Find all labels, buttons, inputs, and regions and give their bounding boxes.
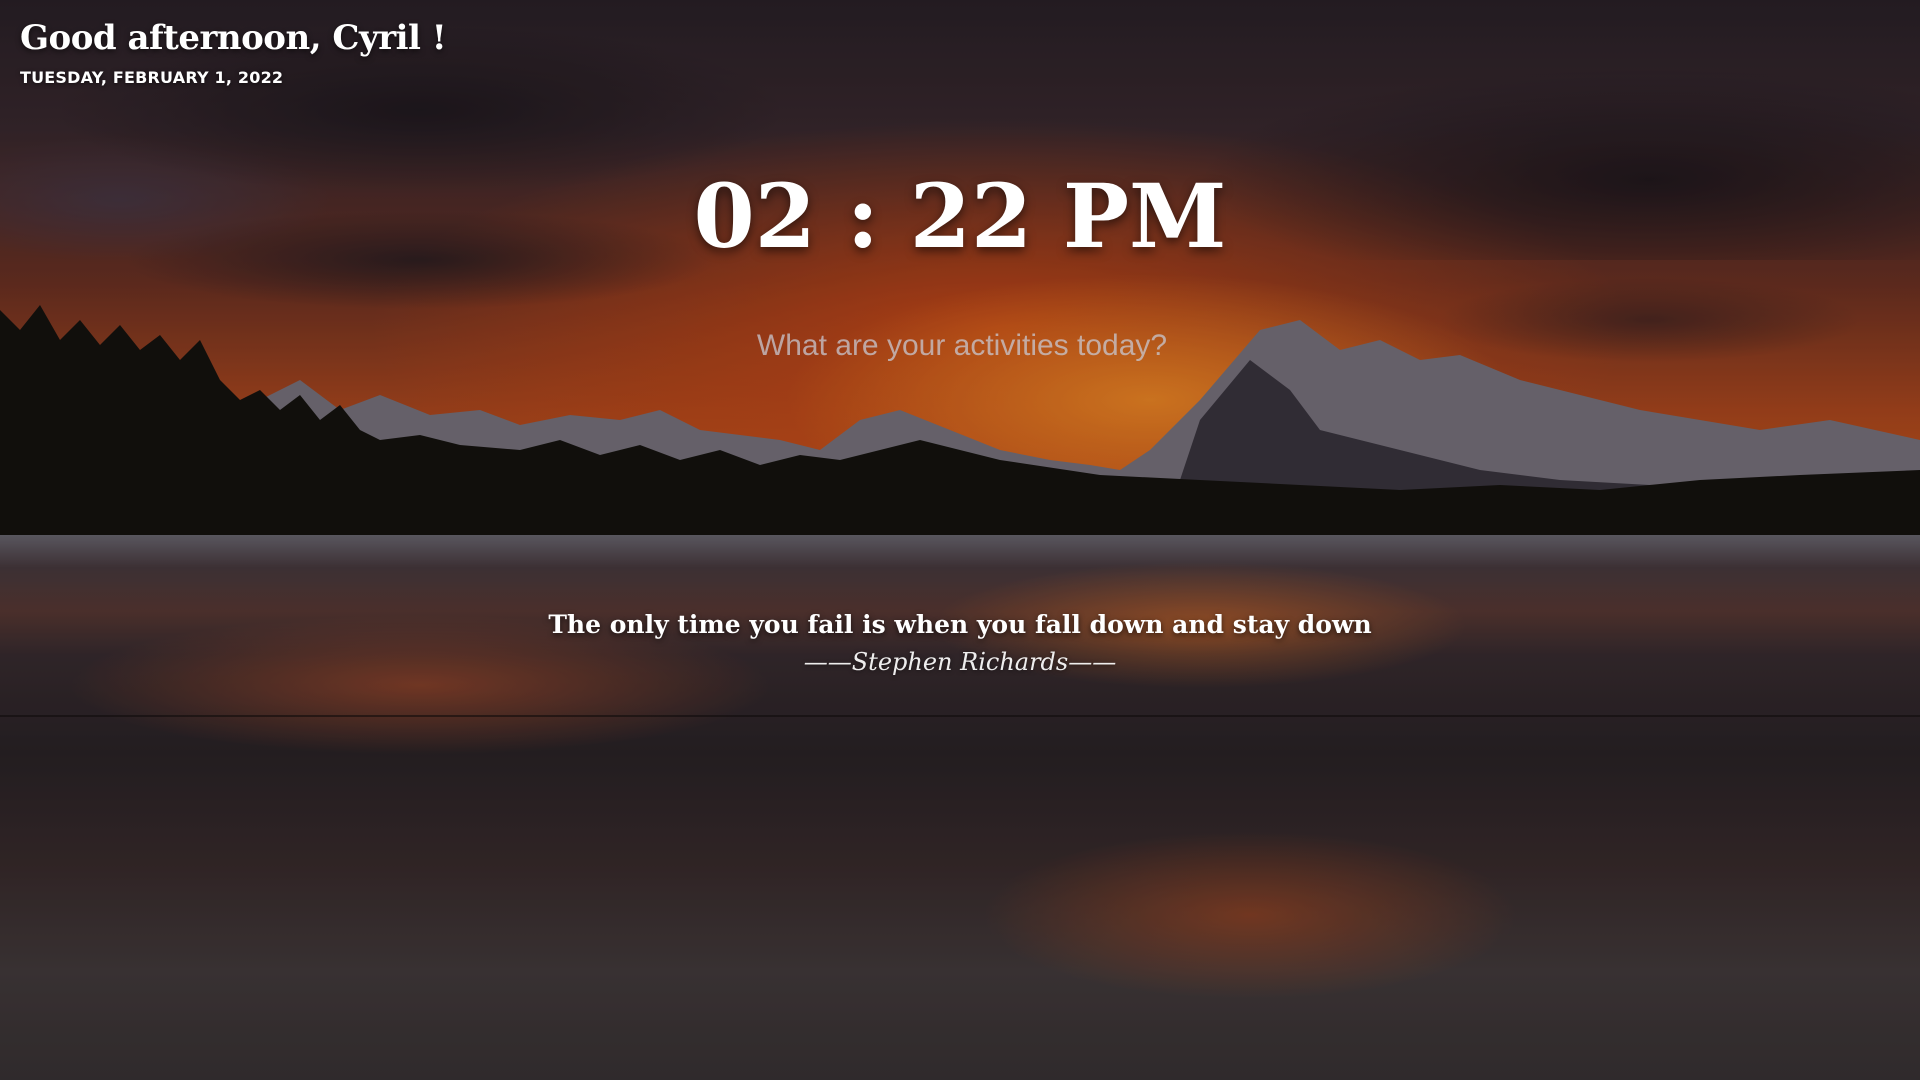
dim-overlay	[0, 0, 1920, 1080]
clock-display: 02 : 22 PM	[693, 164, 1227, 268]
quote-author: ——Stephen Richards——	[803, 648, 1117, 676]
quote-text: The only time you fail is when you fall …	[548, 610, 1372, 639]
greeting-text: Good afternoon, Cyril !	[20, 18, 447, 58]
background-scene	[0, 0, 1920, 1080]
activity-input[interactable]	[660, 318, 1264, 374]
date-text: TUESDAY, FEBRUARY 1, 2022	[20, 68, 284, 87]
